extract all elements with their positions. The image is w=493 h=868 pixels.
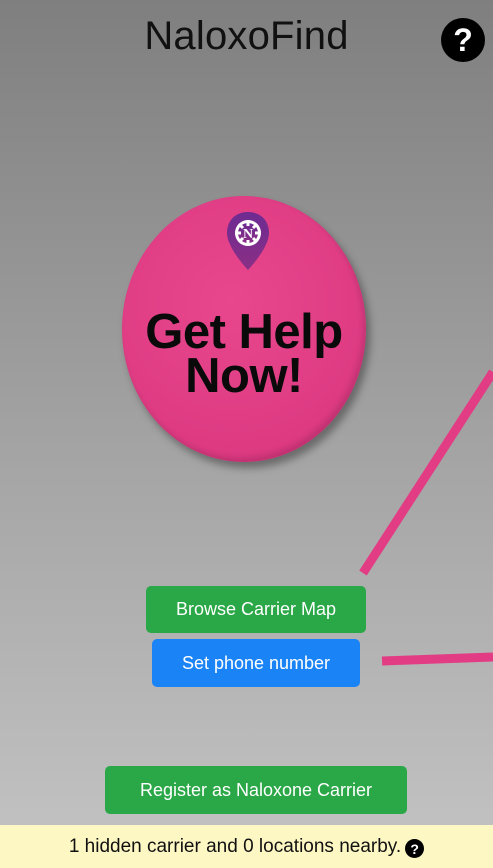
footer-help-icon[interactable]: ? <box>405 839 425 858</box>
get-help-now-button[interactable]: N Get Help Now! <box>122 196 366 462</box>
set-phone-number-button[interactable]: Set phone number <box>152 639 360 687</box>
get-help-label: Get Help Now! <box>145 305 343 403</box>
footer-status-bar: 1 hidden carrier and 0 locations nearby.… <box>0 825 493 868</box>
browse-carrier-map-button[interactable]: Browse Carrier Map <box>146 586 366 633</box>
logo-letter: N <box>243 227 253 242</box>
pointer-line-phone <box>381 652 493 666</box>
register-carrier-button[interactable]: Register as Naloxone Carrier <box>105 766 407 814</box>
nearby-status-text: 1 hidden carrier and 0 locations nearby. <box>68 836 402 857</box>
pointer-line-map <box>359 369 493 576</box>
naloxone-pin-icon: N <box>227 212 269 270</box>
